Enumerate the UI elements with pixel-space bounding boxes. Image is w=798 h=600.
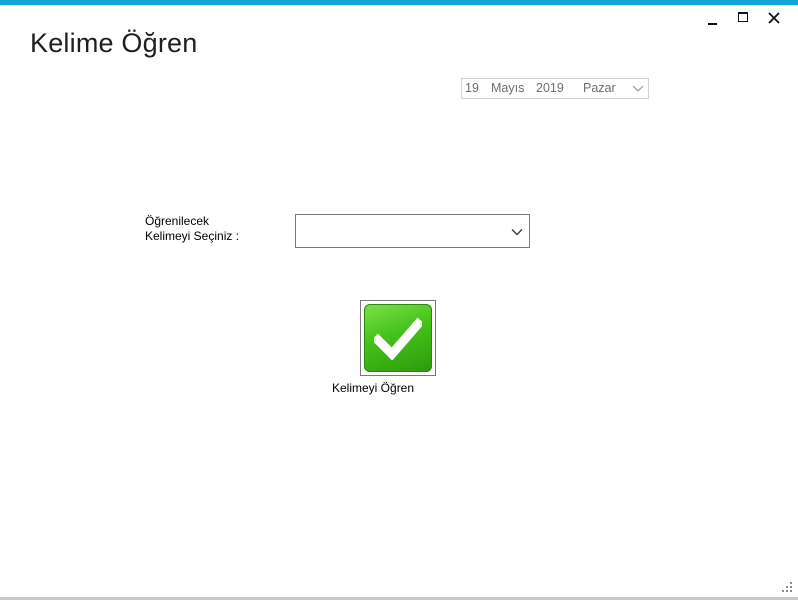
date-day: 19	[465, 81, 479, 95]
word-select-label-line: Öğrenilecek	[145, 214, 210, 228]
checkmark-icon	[364, 304, 432, 372]
learn-word-button[interactable]	[360, 300, 436, 376]
word-select-label-line: Kelimeyi Seçiniz :	[145, 229, 240, 243]
window-title: Kelime Öğren	[30, 28, 198, 58]
minimize-icon[interactable]	[703, 8, 723, 28]
date-month: Mayıs	[491, 81, 525, 95]
date-picker[interactable]: 19 Mayıs 2019 Pazar	[461, 78, 649, 99]
date-weekday: Pazar	[583, 81, 616, 95]
resize-grip-icon[interactable]	[780, 580, 794, 594]
window-accent-bar	[0, 0, 798, 5]
date-year: 2019	[536, 81, 564, 95]
learn-word-label: Kelimeyi Öğren	[332, 381, 415, 395]
close-icon[interactable]	[764, 8, 784, 28]
chevron-down-icon[interactable]	[632, 83, 644, 93]
word-select-label: Öğrenilecek Kelimeyi Seçiniz :	[145, 214, 239, 244]
maximize-icon[interactable]	[734, 8, 754, 28]
word-select-dropdown[interactable]	[295, 214, 530, 248]
chevron-down-icon[interactable]	[511, 228, 523, 236]
